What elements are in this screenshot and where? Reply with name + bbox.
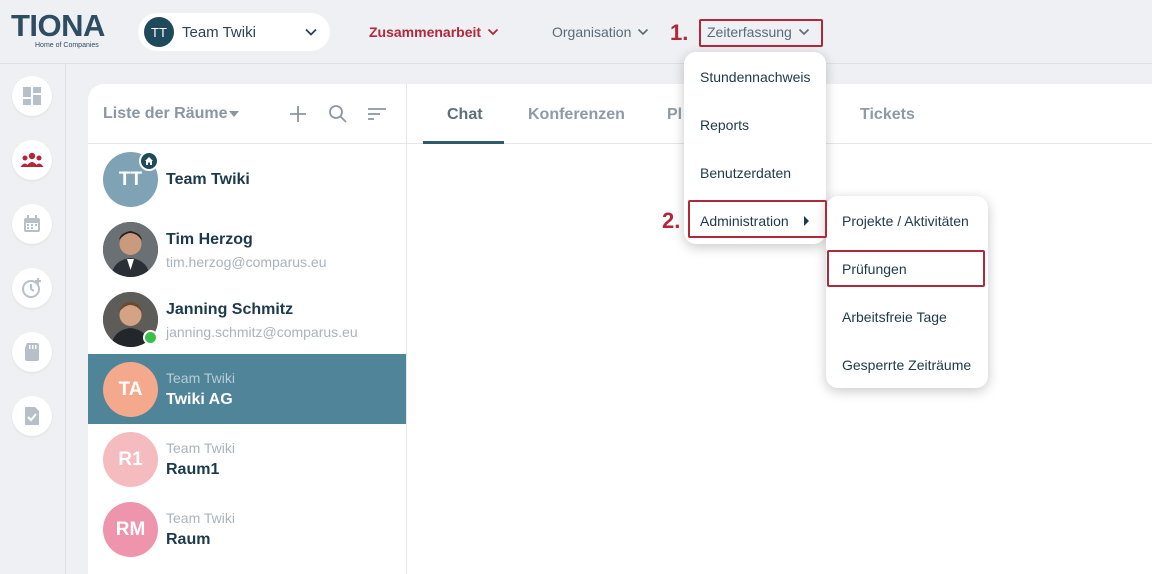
sort-icon[interactable] — [367, 104, 387, 124]
online-status-icon — [143, 330, 158, 345]
room-item-raum1[interactable]: R1 Team Twiki Raum1 — [88, 424, 406, 494]
room-avatar: R1 — [103, 432, 158, 487]
room-title: Team Twiki — [166, 171, 250, 188]
submenu-item-projekte-aktivitaeten[interactable]: Projekte / Aktivitäten — [842, 213, 969, 229]
rooms-panel: Liste der Räume TT Team Twiki Tim Herzog… — [88, 84, 407, 574]
administration-submenu: Projekte / Aktivitäten Prüfungen Arbeits… — [826, 196, 988, 388]
nav-organisation[interactable]: Organisation — [552, 24, 649, 40]
chevron-down-icon — [305, 28, 317, 36]
icon-sidebar — [0, 64, 66, 574]
highlight-administration — [688, 200, 827, 238]
room-title: Twiki AG — [166, 391, 233, 408]
room-subtitle: Team Twiki — [166, 440, 235, 456]
tab-chat[interactable]: Chat — [447, 106, 483, 124]
rooms-header: Liste der Räume — [88, 84, 406, 144]
room-subtitle: Team Twiki — [166, 510, 235, 526]
team-name: Team Twiki — [182, 23, 256, 41]
tiona-logo[interactable]: TIONA Home of Companies — [11, 10, 106, 54]
menu-item-reports[interactable]: Reports — [700, 117, 749, 133]
home-badge-icon — [139, 151, 159, 171]
room-avatar: TA — [103, 362, 158, 417]
room-subtitle: Team Twiki — [166, 370, 235, 386]
add-icon[interactable] — [288, 104, 308, 124]
nav-zusammenarbeit[interactable]: Zusammenarbeit — [369, 24, 499, 40]
file-check-icon[interactable] — [12, 396, 52, 436]
caret-down-icon[interactable] — [229, 111, 239, 117]
tab-partially-hidden[interactable]: Pl — [667, 106, 682, 124]
time-add-icon[interactable] — [12, 268, 52, 308]
logo-tagline: Home of Companies — [35, 42, 99, 49]
room-title: Tim Herzog — [166, 231, 253, 248]
team-selector[interactable]: TT Team Twiki — [138, 13, 330, 51]
room-title: Janning Schmitz — [166, 301, 294, 318]
room-item-raum[interactable]: RM Team Twiki Raum — [88, 494, 406, 564]
room-item-tim-herzog[interactable]: Tim Herzog tim.herzog@comparus.eu — [88, 214, 406, 284]
top-bar: TIONA Home of Companies TT Team Twiki Zu… — [0, 0, 1152, 64]
room-item-team-twiki[interactable]: TT Team Twiki — [88, 144, 406, 214]
room-item-janning-schmitz[interactable]: Janning Schmitz janning.schmitz@comparus… — [88, 284, 406, 354]
team-avatar: TT — [144, 17, 174, 47]
highlight-zeiterfassung — [699, 19, 823, 47]
chevron-down-icon — [487, 28, 499, 36]
chevron-down-icon — [638, 28, 649, 36]
nav-zusammenarbeit-label: Zusammenarbeit — [369, 24, 482, 40]
submenu-item-arbeitsfreie-tage[interactable]: Arbeitsfreie Tage — [842, 309, 947, 325]
room-item-twiki-ag[interactable]: TA Team Twiki Twiki AG — [88, 354, 406, 424]
dashboard-icon[interactable] — [12, 76, 52, 116]
tab-tickets[interactable]: Tickets — [860, 106, 915, 124]
room-title: Raum1 — [166, 461, 220, 478]
user-photo-avatar — [103, 222, 158, 277]
tab-konferenzen[interactable]: Konferenzen — [528, 106, 625, 124]
search-icon[interactable] — [328, 104, 348, 124]
step-marker-1: 1. — [670, 20, 689, 45]
menu-item-benutzerdaten[interactable]: Benutzerdaten — [700, 165, 791, 181]
logo-wordmark: TIONA — [11, 8, 105, 43]
step-marker-2: 2. — [662, 208, 681, 233]
room-subtitle: tim.herzog@comparus.eu — [166, 254, 327, 270]
active-tab-indicator — [423, 141, 504, 144]
room-avatar: RM — [103, 502, 158, 557]
document-icon[interactable] — [12, 332, 52, 372]
rooms-list-title[interactable]: Liste der Räume — [103, 105, 227, 123]
team-icon[interactable] — [12, 140, 52, 180]
room-subtitle: janning.schmitz@comparus.eu — [166, 324, 358, 340]
menu-item-stundennachweis[interactable]: Stundennachweis — [700, 69, 811, 85]
submenu-item-gesperrte-zeitraeume[interactable]: Gesperrte Zeiträume — [842, 357, 971, 373]
highlight-pruefungen — [827, 250, 985, 287]
nav-organisation-label: Organisation — [552, 24, 632, 40]
room-title: Raum — [166, 531, 211, 548]
calendar-icon[interactable] — [12, 204, 52, 244]
